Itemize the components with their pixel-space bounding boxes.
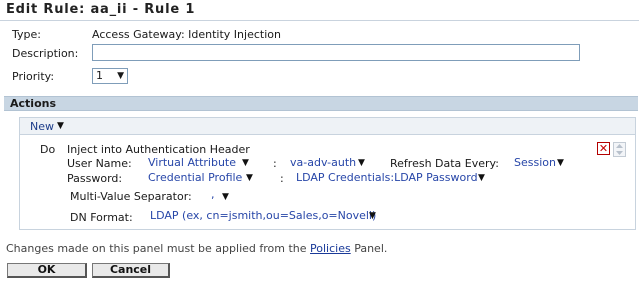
- password-value-select[interactable]: LDAP Credentials:LDAP Password: [296, 171, 478, 184]
- actions-header: Actions: [10, 97, 56, 110]
- chevron-down-icon[interactable]: ▼: [369, 211, 376, 221]
- chevron-down-icon: ▼: [117, 71, 124, 81]
- chevron-down-icon[interactable]: ▼: [222, 192, 229, 202]
- policies-link[interactable]: Policies: [310, 242, 351, 255]
- username-colon: :: [273, 157, 277, 170]
- type-value: Access Gateway: Identity Injection: [92, 28, 281, 41]
- password-source-select[interactable]: Credential Profile: [148, 171, 242, 184]
- password-colon: :: [280, 172, 284, 185]
- priority-value: 1: [96, 69, 103, 82]
- footer-note: Changes made on this panel must be appli…: [6, 242, 387, 255]
- chevron-down-icon[interactable]: ▼: [358, 158, 365, 168]
- dn-format-select[interactable]: LDAP (ex, cn=jsmith,ou=Sales,o=Novell): [150, 209, 376, 222]
- chevron-down-icon[interactable]: ▼: [246, 173, 253, 183]
- page-title: Edit Rule: aa_ii - Rule 1: [6, 2, 196, 17]
- cancel-button[interactable]: Cancel: [92, 263, 170, 278]
- description-field[interactable]: [92, 44, 580, 61]
- action-title: Inject into Authentication Header: [67, 143, 250, 156]
- dn-format-label: DN Format:: [70, 211, 133, 224]
- actions-toolbar: [20, 118, 635, 135]
- chevron-down-icon[interactable]: ▼: [242, 158, 249, 168]
- footer-note-text: Changes made on this panel must be appli…: [6, 242, 307, 255]
- username-source-select[interactable]: Virtual Attribute: [148, 156, 236, 169]
- multivalue-select[interactable]: ,: [211, 188, 215, 201]
- refresh-label: Refresh Data Every:: [390, 157, 499, 170]
- title-divider: [0, 20, 639, 21]
- chevron-down-icon[interactable]: ▼: [557, 158, 564, 168]
- multivalue-label: Multi-Value Separator:: [70, 190, 192, 203]
- username-label: User Name:: [67, 157, 132, 170]
- ok-button[interactable]: OK: [7, 263, 87, 278]
- chevron-down-icon[interactable]: ▼: [478, 173, 485, 183]
- chevron-down-icon[interactable]: ▼: [57, 121, 64, 131]
- priority-label: Priority:: [12, 70, 55, 83]
- type-label: Type:: [12, 28, 41, 41]
- description-label: Description:: [12, 47, 79, 60]
- actions-header-bar: [4, 96, 638, 111]
- password-label: Password:: [67, 172, 123, 185]
- move-up-down-icon[interactable]: [613, 142, 626, 157]
- footer-note-suffix: Panel.: [354, 242, 388, 255]
- new-action-menu[interactable]: New: [30, 120, 54, 133]
- do-label: Do: [40, 143, 56, 156]
- delete-action-icon[interactable]: ✕: [597, 142, 610, 155]
- priority-select[interactable]: 1 ▼: [92, 68, 128, 84]
- username-value-select[interactable]: va-adv-auth: [290, 156, 356, 169]
- refresh-select[interactable]: Session: [514, 156, 556, 169]
